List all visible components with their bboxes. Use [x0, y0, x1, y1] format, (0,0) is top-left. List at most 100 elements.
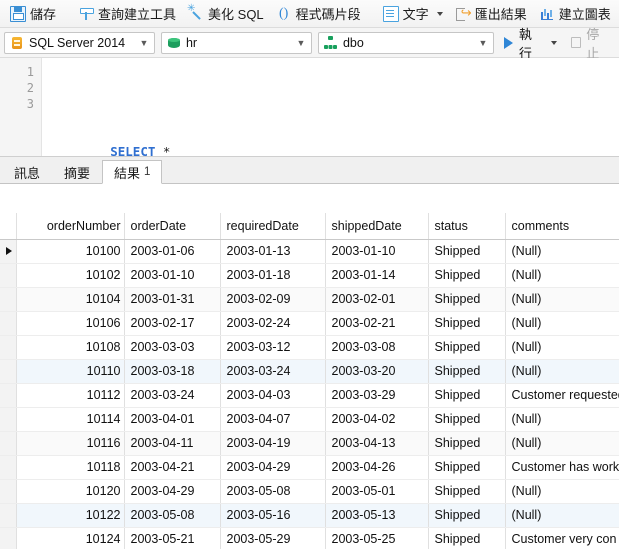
cell-status[interactable]: Shipped — [428, 335, 506, 360]
column-header-status[interactable]: status — [428, 213, 506, 240]
cell-shippedDate[interactable]: 2003-04-26 — [325, 455, 429, 480]
cell-shippedDate[interactable]: 2003-01-14 — [325, 263, 429, 288]
cell-requiredDate[interactable]: 2003-01-13 — [220, 239, 326, 264]
cell-orderDate[interactable]: 2003-04-21 — [124, 455, 221, 480]
cell-orderNumber[interactable]: 10118 — [16, 455, 125, 480]
row-header-cell[interactable] — [0, 527, 17, 549]
cell-shippedDate[interactable]: 2003-03-29 — [325, 383, 429, 408]
schema-dropdown[interactable]: dbo ▼ — [317, 31, 494, 54]
row-header-cell[interactable] — [0, 287, 17, 312]
cell-orderNumber[interactable]: 10104 — [16, 287, 125, 312]
cell-comments[interactable]: (Null) — [505, 263, 619, 288]
cell-shippedDate[interactable]: 2003-03-20 — [325, 359, 429, 384]
chevron-down-icon[interactable]: ▼ — [475, 38, 491, 48]
row-header-cell[interactable] — [0, 239, 17, 264]
cell-comments[interactable]: (Null) — [505, 311, 619, 336]
cell-shippedDate[interactable]: 2003-02-01 — [325, 287, 429, 312]
cell-status[interactable]: Shipped — [428, 383, 506, 408]
cell-orderDate[interactable]: 2003-01-31 — [124, 287, 221, 312]
tab-summary[interactable]: 摘要 — [52, 160, 102, 183]
cell-requiredDate[interactable]: 2003-02-24 — [220, 311, 326, 336]
cell-comments[interactable]: (Null) — [505, 239, 619, 264]
sql-code-text[interactable]: SELECT * FROM orders WHERE orderNumber %… — [50, 58, 619, 156]
cell-shippedDate[interactable]: 2003-04-02 — [325, 407, 429, 432]
column-header-requiredDate[interactable]: requiredDate — [220, 213, 326, 240]
row-header-cell[interactable] — [0, 431, 17, 456]
chevron-down-icon[interactable]: ▼ — [293, 38, 309, 48]
cell-shippedDate[interactable]: 2003-03-08 — [325, 335, 429, 360]
cell-orderNumber[interactable]: 10110 — [16, 359, 125, 384]
toolbar-button-save[interactable]: 儲存 — [4, 2, 62, 26]
sql-editor[interactable]: 1 2 3 SELECT * FROM orders WHERE orderNu… — [0, 58, 619, 157]
cell-requiredDate[interactable]: 2003-05-16 — [220, 503, 326, 528]
cell-status[interactable]: Shipped — [428, 455, 506, 480]
cell-status[interactable]: Shipped — [428, 263, 506, 288]
table-row[interactable]: 10104 2003-01-31 2003-02-09 2003-02-01 Shipp… — [0, 287, 619, 312]
cell-requiredDate[interactable]: 2003-04-29 — [220, 455, 326, 480]
table-row[interactable]: 10116 2003-04-11 2003-04-19 2003-04-13 Shipp… — [0, 431, 619, 456]
toolbar-button-beautify-sql[interactable]: 美化 SQL — [182, 2, 270, 26]
cell-comments[interactable]: (Null) — [505, 287, 619, 312]
cell-comments[interactable]: (Null) — [505, 431, 619, 456]
cell-orderNumber[interactable]: 10120 — [16, 479, 125, 504]
cell-comments[interactable]: (Null) — [505, 335, 619, 360]
cell-orderNumber[interactable]: 10122 — [16, 503, 125, 528]
toolbar-button-query-builder[interactable]: 查詢建立工具 — [72, 2, 182, 26]
table-row[interactable]: 10122 2003-05-08 2003-05-16 2003-05-13 Shipp… — [0, 503, 619, 528]
tab-result-1[interactable]: 結果 1 — [102, 160, 163, 184]
cell-comments[interactable]: (Null) — [505, 407, 619, 432]
cell-orderDate[interactable]: 2003-04-11 — [124, 431, 221, 456]
cell-status[interactable]: Shipped — [428, 479, 506, 504]
cell-status[interactable]: Shipped — [428, 311, 506, 336]
cell-orderDate[interactable]: 2003-03-03 — [124, 335, 221, 360]
cell-orderDate[interactable]: 2003-04-29 — [124, 479, 221, 504]
cell-comments[interactable]: (Null) — [505, 359, 619, 384]
cell-orderDate[interactable]: 2003-05-21 — [124, 527, 221, 549]
row-header-cell[interactable] — [0, 407, 17, 432]
cell-orderNumber[interactable]: 10116 — [16, 431, 125, 456]
database-dropdown[interactable]: hr ▼ — [160, 31, 312, 54]
row-header-cell[interactable] — [0, 503, 17, 528]
cell-requiredDate[interactable]: 2003-04-19 — [220, 431, 326, 456]
cell-status[interactable]: Shipped — [428, 527, 506, 549]
cell-requiredDate[interactable]: 2003-02-09 — [220, 287, 326, 312]
cell-status[interactable]: Shipped — [428, 287, 506, 312]
table-row[interactable]: 10102 2003-01-10 2003-01-18 2003-01-14 Shipp… — [0, 263, 619, 288]
cell-status[interactable]: Shipped — [428, 359, 506, 384]
cell-orderDate[interactable]: 2003-02-17 — [124, 311, 221, 336]
table-row[interactable]: 10100 2003-01-06 2003-01-13 2003-01-10 Shipp… — [0, 239, 619, 264]
cell-shippedDate[interactable]: 2003-05-01 — [325, 479, 429, 504]
cell-shippedDate[interactable]: 2003-04-13 — [325, 431, 429, 456]
cell-requiredDate[interactable]: 2003-04-03 — [220, 383, 326, 408]
cell-status[interactable]: Shipped — [428, 239, 506, 264]
row-header-cell[interactable] — [0, 263, 17, 288]
chevron-down-icon[interactable]: ▼ — [136, 38, 152, 48]
cell-shippedDate[interactable]: 2003-05-13 — [325, 503, 429, 528]
cell-orderNumber[interactable]: 10124 — [16, 527, 125, 549]
table-row[interactable]: 10118 2003-04-21 2003-04-29 2003-04-26 Shipp… — [0, 455, 619, 480]
result-grid-container[interactable]: orderNumber orderDate requiredDate shipp… — [0, 213, 619, 549]
toolbar-button-code-snippet[interactable]: () 程式碼片段 — [270, 2, 367, 26]
cell-requiredDate[interactable]: 2003-03-24 — [220, 359, 326, 384]
run-query-button[interactable]: 執行 — [500, 27, 561, 61]
table-row[interactable]: 10120 2003-04-29 2003-05-08 2003-05-01 Shipp… — [0, 479, 619, 504]
table-row[interactable]: 10108 2003-03-03 2003-03-12 2003-03-08 Shipp… — [0, 335, 619, 360]
table-row[interactable]: 10106 2003-02-17 2003-02-24 2003-02-21 Shipp… — [0, 311, 619, 336]
cell-orderDate[interactable]: 2003-04-01 — [124, 407, 221, 432]
cell-requiredDate[interactable]: 2003-01-18 — [220, 263, 326, 288]
cell-orderNumber[interactable]: 10102 — [16, 263, 125, 288]
cell-requiredDate[interactable]: 2003-03-12 — [220, 335, 326, 360]
cell-orderNumber[interactable]: 10114 — [16, 407, 125, 432]
cell-shippedDate[interactable]: 2003-05-25 — [325, 527, 429, 549]
cell-requiredDate[interactable]: 2003-05-08 — [220, 479, 326, 504]
toolbar-button-export-result[interactable]: 匯出結果 — [449, 2, 533, 26]
cell-orderDate[interactable]: 2003-03-18 — [124, 359, 221, 384]
table-row[interactable]: 10124 2003-05-21 2003-05-29 2003-05-25 Shipp… — [0, 527, 619, 549]
chevron-down-icon[interactable] — [550, 40, 557, 45]
cell-comments[interactable]: (Null) — [505, 503, 619, 528]
row-header-cell[interactable] — [0, 335, 17, 360]
cell-orderDate[interactable]: 2003-05-08 — [124, 503, 221, 528]
column-header-orderNumber[interactable]: orderNumber — [16, 213, 125, 240]
column-header-orderDate[interactable]: orderDate — [124, 213, 221, 240]
row-header-cell[interactable] — [0, 383, 17, 408]
